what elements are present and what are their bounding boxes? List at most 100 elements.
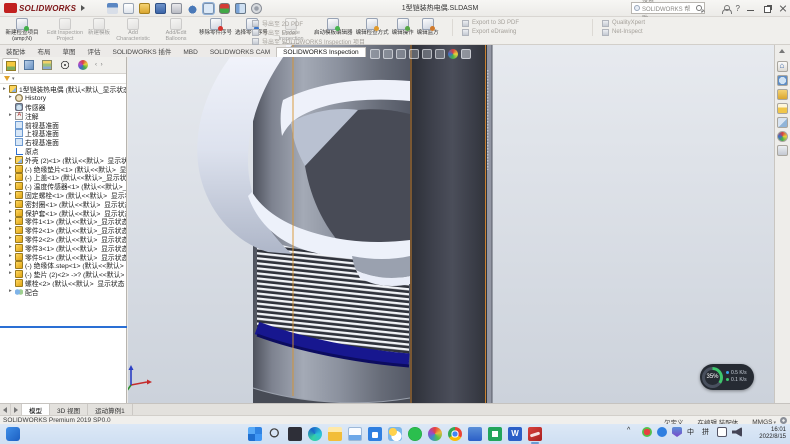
heads-up-icon[interactable] — [409, 49, 419, 59]
tray-icon[interactable] — [732, 427, 742, 437]
menu-flyout-arrow-icon[interactable] — [81, 5, 85, 11]
taskbar-app-icon[interactable] — [528, 427, 542, 441]
ribbon-button[interactable]: 移除零件序号 — [199, 18, 232, 44]
help-button[interactable]: ? — [736, 4, 740, 13]
tree-item[interactable]: 零件2<1> (默认<<默认>_显示状态 — [0, 226, 126, 235]
search-scope-icon[interactable] — [634, 5, 640, 11]
tree-item[interactable]: 传感器 — [0, 103, 126, 112]
tab-scroll-left[interactable] — [0, 404, 11, 415]
quick-access-icon[interactable] — [219, 3, 230, 14]
tree-item[interactable]: 原点 — [0, 147, 126, 156]
command-tab[interactable]: 装配体 — [0, 45, 32, 57]
taskbar-app-icon[interactable] — [488, 427, 502, 441]
task-pane-icon[interactable] — [777, 89, 788, 100]
tree-item[interactable]: 螺栓<2> (默认<<默认>_显示状态 — [0, 279, 126, 288]
tree-item[interactable]: (-) 温度传感器<1> (默认<<默认>_ — [0, 182, 126, 191]
task-pane-icon[interactable] — [777, 61, 788, 72]
tree-splitter-bar[interactable] — [0, 326, 127, 328]
ribbon-button[interactable]: Add Characteristic — [113, 18, 153, 44]
quick-access-icon[interactable] — [235, 3, 246, 14]
graphics-viewport[interactable]: 35% 0.5 K/s 0.1 K/s — [128, 45, 774, 403]
taskbar-app-icon[interactable] — [448, 427, 462, 441]
command-tab[interactable]: SOLIDWORKS Inspection — [276, 47, 366, 57]
tray-icon[interactable]: 中 — [687, 427, 697, 437]
tree-item[interactable]: 零件3<1> (默认<<默认>_显示状态 — [0, 243, 126, 252]
tree-filter-bar[interactable]: ▾ — [0, 74, 126, 84]
tree-root-item[interactable]: 1型铠装热电偶 (默认<默认_显示状态-1 — [0, 85, 126, 94]
status-gear-icon[interactable] — [780, 417, 787, 424]
taskbar-app-icon[interactable] — [368, 427, 382, 441]
ribbon-button[interactable]: 编辑监方 — [417, 18, 439, 44]
panel-tab[interactable] — [56, 58, 73, 73]
heads-up-icon[interactable] — [448, 49, 458, 59]
tree-item[interactable]: 上视基准面 — [0, 129, 126, 138]
quick-access-icon[interactable] — [107, 3, 118, 14]
system-monitor-widget[interactable]: 35% 0.5 K/s 0.1 K/s — [700, 364, 754, 390]
command-tab[interactable]: 布局 — [32, 45, 57, 57]
document-tab[interactable]: 3D 视图 — [50, 404, 88, 415]
menu-item[interactable]: Export eDrawing — [462, 28, 519, 36]
tray-icon[interactable] — [672, 427, 682, 437]
tree-item[interactable]: 固定螺栓<1> (默认<<默认>_显示状 — [0, 191, 126, 200]
heads-up-icon[interactable] — [383, 49, 393, 59]
heads-up-icon[interactable] — [396, 49, 406, 59]
menu-item[interactable]: Export to 3D PDF — [462, 19, 519, 27]
tree-item[interactable]: 零件2<2> (默认<<默认>_显示状态 — [0, 235, 126, 244]
tree-item[interactable]: 外壳 (2)<1> (默认<<默认>_显示状 — [0, 155, 126, 164]
tree-item[interactable]: 配合 — [0, 287, 126, 296]
quick-access-icon[interactable] — [155, 3, 166, 14]
quick-access-icon[interactable] — [171, 3, 182, 14]
tree-item[interactable]: History — [0, 94, 126, 103]
tree-item[interactable]: 前视基准面 — [0, 120, 126, 129]
menu-item[interactable]: 导出至 Excel — [252, 28, 365, 36]
tray-icon[interactable] — [657, 427, 667, 437]
taskbar-app-icon[interactable] — [408, 427, 422, 441]
tree-item[interactable]: 零件5<1> (默认<<默认>_显示状态 — [0, 252, 126, 261]
help-search-input[interactable]: 搜索 SOLIDWORKS 帮助 — [631, 2, 705, 14]
taskbar-app-icon[interactable] — [308, 427, 322, 441]
task-pane-collapse-icon[interactable] — [779, 49, 785, 53]
taskbar-app-icon[interactable] — [348, 427, 362, 441]
tree-item[interactable]: (-) 绝缘体.step<1> (默认<<默认> — [0, 261, 126, 270]
quick-access-icon[interactable] — [139, 3, 150, 14]
tray-icon[interactable] — [717, 427, 727, 437]
ribbon-button[interactable]: Add/Edit Balloons — [156, 18, 196, 44]
tree-item[interactable]: (-) 垫片 (2)<2> ->? (默认<<默认> — [0, 270, 126, 279]
panel-tab[interactable] — [2, 58, 19, 73]
task-pane-icon[interactable] — [777, 75, 788, 86]
menu-item[interactable]: 导出至 SOLIDWORKS Inspection 项目 — [252, 37, 365, 45]
filter-dropdown-icon[interactable]: ▾ — [12, 76, 15, 82]
taskbar-app-icon[interactable] — [268, 427, 282, 441]
heads-up-icon[interactable] — [370, 49, 380, 59]
tray-icon[interactable] — [642, 427, 652, 437]
menu-item[interactable]: Net-Inspect — [602, 28, 645, 36]
taskbar-corner-app-icon[interactable] — [6, 427, 20, 441]
taskbar-app-icon[interactable] — [248, 427, 262, 441]
command-tab[interactable]: 评估 — [82, 45, 107, 57]
taskbar-app-icon[interactable] — [508, 427, 522, 441]
heads-up-icon[interactable] — [422, 49, 432, 59]
heads-up-icon[interactable] — [461, 49, 471, 59]
command-tab[interactable]: 草图 — [57, 45, 82, 57]
tray-icon[interactable]: 拼 — [702, 427, 712, 437]
tree-item[interactable]: 保护套<1> (默认<<默认>_显示状态 — [0, 208, 126, 217]
quick-access-icon[interactable] — [203, 3, 214, 14]
taskbar-app-icon[interactable] — [468, 427, 482, 441]
taskbar-app-icon[interactable] — [428, 427, 442, 441]
panel-tab-scroll-icons[interactable]: ‹ › — [95, 62, 104, 68]
taskbar-clock[interactable]: 16:01 2022/8/15 — [759, 427, 786, 441]
menu-item[interactable]: QualityXpert — [602, 19, 645, 27]
panel-tab[interactable] — [74, 58, 91, 73]
panel-tab[interactable] — [20, 58, 37, 73]
tree-item[interactable]: 右视基准面 — [0, 138, 126, 147]
task-pane-icon[interactable] — [777, 145, 788, 156]
tree-item[interactable]: 零件1<1> (默认<<默认>_显示状态 — [0, 217, 126, 226]
command-tab[interactable]: SOLIDWORKS 插件 — [107, 45, 178, 57]
tree-item[interactable]: (-) 上盖<1> (默认<<默认>_显示状 — [0, 173, 126, 182]
tree-item[interactable]: (-) 绝缘垫片<1> (默认<<默认>_显 — [0, 164, 126, 173]
task-pane-icon[interactable] — [777, 117, 788, 128]
panel-tab[interactable] — [38, 58, 55, 73]
tree-item[interactable]: 注解 — [0, 111, 126, 120]
viewport-3d-model[interactable] — [128, 45, 774, 403]
quick-access-icon[interactable] — [187, 3, 198, 14]
